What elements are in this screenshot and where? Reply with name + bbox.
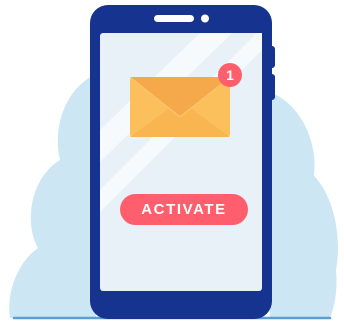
front-camera — [201, 14, 209, 23]
envelope-icon — [130, 77, 230, 137]
smartphone-icon — [90, 5, 275, 319]
background-blob-right — [270, 92, 338, 318]
activate-button[interactable]: ACTIVATE — [120, 194, 248, 225]
notification-badge-count: 1 — [226, 67, 234, 83]
illustration-scene: 1 ACTIVATE — [0, 0, 344, 324]
phone-illustration — [9, 5, 338, 320]
speaker-slot — [154, 15, 194, 22]
background-blob — [9, 74, 96, 318]
